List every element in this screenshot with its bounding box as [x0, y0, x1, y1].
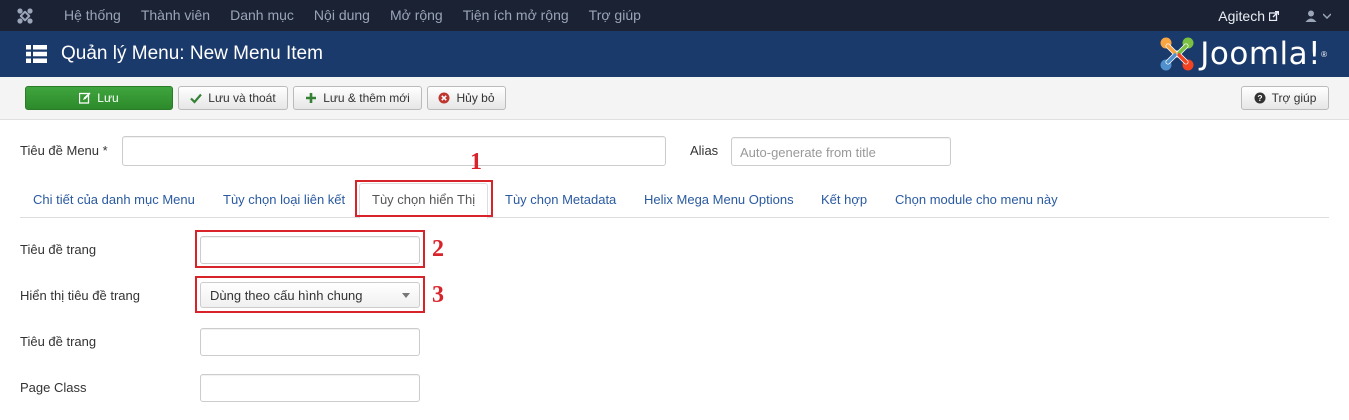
help-label: Trợ giúp — [1271, 91, 1317, 105]
cancel-label: Hủy bỏ — [456, 91, 495, 105]
annotation-number-2: 2 — [432, 236, 444, 262]
edit-icon — [79, 92, 91, 104]
menu-title-input[interactable] — [122, 136, 666, 166]
save-label: Lưu — [97, 91, 119, 105]
joomla-logo-icon — [1160, 37, 1194, 71]
site-link[interactable]: Agitech — [1218, 8, 1279, 24]
annotation-box-1 — [355, 180, 493, 217]
save-close-label: Lưu và thoát — [208, 91, 276, 105]
plus-icon — [306, 93, 317, 103]
tab-module-assignment[interactable]: Chọn module cho menu này — [895, 182, 1058, 218]
page-class-input[interactable] — [200, 374, 420, 402]
question-icon: ? — [1254, 92, 1266, 104]
page-heading-input[interactable] — [200, 328, 420, 356]
joomla-icon[interactable] — [0, 0, 50, 31]
alias-input[interactable]: Auto-generate from title — [731, 137, 951, 166]
tab-bar: Chi tiết của danh mục Menu Tùy chọn loại… — [20, 182, 1329, 219]
user-menu[interactable] — [1305, 10, 1331, 22]
page-class-label: Page Class — [20, 380, 87, 395]
tab-metadata[interactable]: Tùy chọn Metadata — [505, 182, 616, 218]
alias-label: Alias — [690, 143, 719, 158]
registered-mark: ® — [1321, 49, 1327, 59]
alias-placeholder: Auto-generate from title — [740, 145, 876, 160]
save-new-label: Lưu & thêm mới — [323, 91, 410, 105]
nav-extensions[interactable]: Mở rộng — [380, 0, 453, 31]
annotation-number-1: 1 — [470, 149, 482, 175]
tab-helix-mega-menu[interactable]: Helix Mega Menu Options — [644, 182, 794, 218]
help-button[interactable]: ? Trợ giúp — [1241, 86, 1329, 110]
annotation-box-2 — [195, 230, 425, 268]
nav-help[interactable]: Trợ giúp — [579, 0, 651, 31]
nav-users[interactable]: Thành viên — [131, 0, 220, 31]
menu-list-icon — [26, 45, 47, 63]
nav-components[interactable]: Tiện ích mở rộng — [453, 0, 579, 31]
save-button[interactable]: Lưu — [25, 86, 173, 110]
cancel-icon — [438, 92, 450, 104]
tab-associations[interactable]: Kết hợp — [821, 182, 867, 218]
nav-content[interactable]: Nội dung — [304, 0, 380, 31]
check-icon — [190, 93, 203, 104]
menu-title-label: Tiêu đề Menu * — [20, 143, 108, 158]
tab-menu-details[interactable]: Chi tiết của danh mục Menu — [33, 182, 195, 218]
top-navbar: Hệ thống Thành viên Danh mục Nội dung Mở… — [0, 0, 1349, 31]
joomla-logo: Joomla! ® — [1158, 35, 1327, 73]
user-icon — [1305, 10, 1317, 22]
annotation-number-3: 3 — [432, 282, 444, 308]
nav-system[interactable]: Hệ thống — [50, 0, 131, 31]
site-name: Agitech — [1218, 7, 1265, 24]
nav-categories[interactable]: Danh mục — [220, 0, 304, 31]
save-close-button[interactable]: Lưu và thoát — [178, 86, 288, 110]
page-heading-label: Tiêu đề trang — [20, 334, 97, 349]
joomla-wordmark: Joomla! — [1200, 36, 1322, 72]
annotation-box-3 — [195, 276, 425, 313]
show-title-label: Hiển thị tiêu đề trang — [20, 288, 140, 303]
cancel-button[interactable]: Hủy bỏ — [427, 86, 506, 110]
chevron-down-icon — [1323, 12, 1331, 19]
page-title: Quản lý Menu: New Menu Item — [61, 43, 323, 64]
page-header: Quản lý Menu: New Menu Item Joomla! ® — [0, 31, 1349, 77]
tab-link-type-options[interactable]: Tùy chọn loại liên kết — [223, 182, 345, 218]
toolbar: Lưu Lưu và thoát Lưu & thêm mới Hủy bỏ ?… — [0, 77, 1349, 120]
save-new-button[interactable]: Lưu & thêm mới — [293, 86, 422, 110]
external-link-icon — [1269, 10, 1279, 21]
browser-title-label: Tiêu đề trang — [20, 242, 97, 257]
svg-text:?: ? — [1257, 93, 1262, 103]
